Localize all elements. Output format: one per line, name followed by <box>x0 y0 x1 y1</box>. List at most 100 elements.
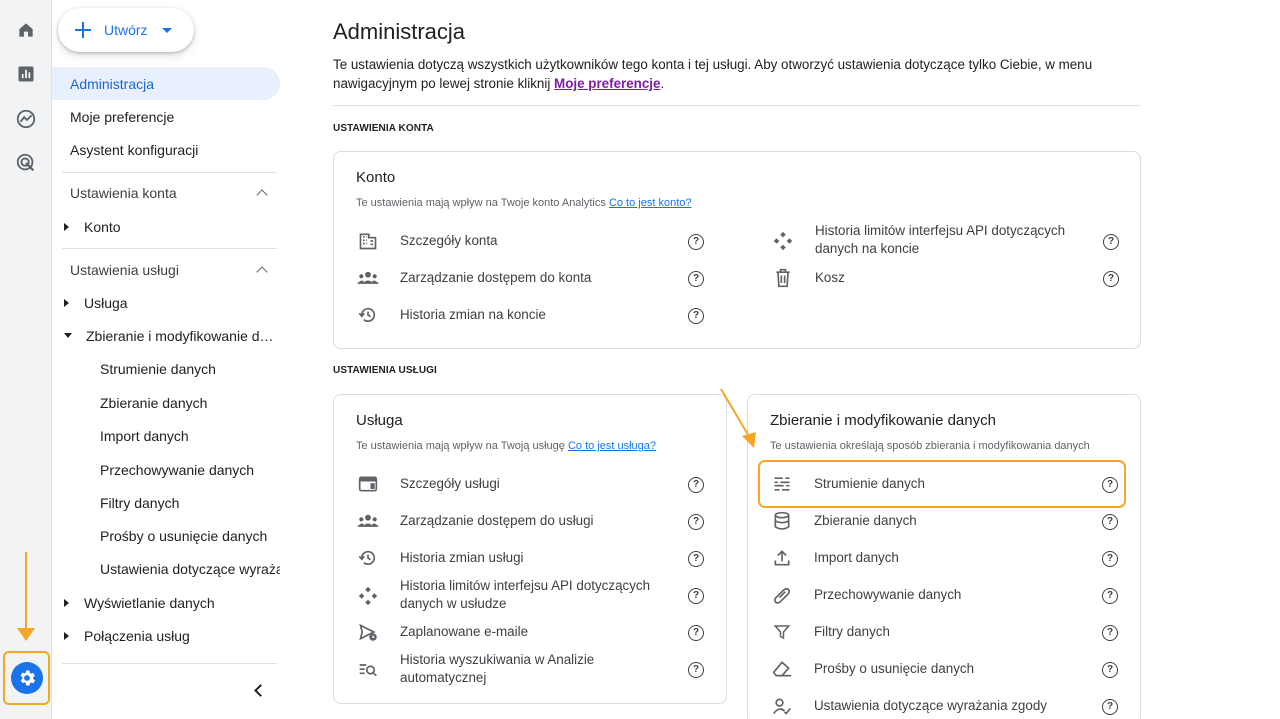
building-icon <box>356 229 380 253</box>
row-label: Zbieranie danych <box>814 513 917 528</box>
row-label: Kosz <box>815 270 845 285</box>
sidebar-item-polaczenia[interactable]: Połączenia usług <box>52 619 280 652</box>
filter-icon <box>770 620 794 644</box>
row-label: Prośby o usunięcie danych <box>814 661 975 676</box>
scheduled-email-icon <box>356 620 380 644</box>
sidebar-item-import[interactable]: Import danych <box>52 419 280 452</box>
row-label: Import danych <box>814 550 899 565</box>
help-icon[interactable]: ? <box>1103 234 1119 250</box>
collapse-arrow-icon <box>64 333 72 338</box>
expand-arrow-icon <box>64 222 69 231</box>
row-szczegoly-konta[interactable]: Szczegóły konta <box>356 229 706 253</box>
row-historia-usluga[interactable]: Historia zmian usługi <box>356 546 686 570</box>
row-strumienie-danych[interactable]: Strumienie danych <box>770 472 1100 496</box>
sidebar-item-prosby[interactable]: Prośby o usunięcie danych <box>52 519 280 552</box>
create-button[interactable]: Utwórz <box>58 8 194 52</box>
row-dostep-usluga[interactable]: Zarządzanie dostępem do usługi <box>356 509 686 533</box>
advertising-icon[interactable] <box>14 151 38 175</box>
expand-arrow-icon <box>64 298 69 307</box>
row-api-usluga[interactable]: Historia limitów interfejsu API dotycząc… <box>356 577 686 615</box>
help-icon[interactable]: ? <box>1102 699 1118 715</box>
card-subtitle-text: Te ustawienia mają wpływ na Twoją usługę <box>356 440 568 452</box>
admin-settings-button[interactable] <box>3 651 50 705</box>
row-label: Historia zmian na koncie <box>400 307 546 322</box>
help-icon[interactable]: ? <box>688 551 704 567</box>
sidebar-item-asystent[interactable]: Asystent konfiguracji <box>52 133 280 166</box>
help-icon[interactable]: ? <box>1102 551 1118 567</box>
sidebar-item-preferencje[interactable]: Moje preferencje <box>52 100 280 133</box>
sidebar-item-usluga[interactable]: Usługa <box>52 286 280 319</box>
data-streams-icon <box>770 472 794 496</box>
help-icon[interactable]: ? <box>1103 271 1119 287</box>
expand-arrow-icon <box>64 631 69 640</box>
history-icon <box>356 546 380 570</box>
help-icon[interactable]: ? <box>688 514 704 530</box>
row-historia-wyszukiwania[interactable]: Historia wyszukiwania w Analizie automat… <box>356 651 686 689</box>
what-is-property-link[interactable]: Co to jest usługa? <box>568 440 656 452</box>
api-quota-icon <box>356 584 380 608</box>
sidebar-item-zbieranie[interactable]: Zbieranie i modyfikowanie danych <box>52 319 280 352</box>
property-details-icon <box>356 472 380 496</box>
help-icon[interactable]: ? <box>688 271 704 287</box>
plus-icon <box>74 21 92 39</box>
help-icon[interactable]: ? <box>688 234 704 250</box>
reports-icon[interactable] <box>14 62 38 86</box>
sidebar-section-usluga[interactable]: Ustawienia usługi <box>52 253 280 286</box>
row-api-konto[interactable]: Historia limitów interfejsu API dotycząc… <box>771 222 1071 260</box>
row-szczegoly-uslugi[interactable]: Szczegóły usługi <box>356 472 686 496</box>
help-icon[interactable]: ? <box>688 662 704 678</box>
help-icon[interactable]: ? <box>688 308 704 324</box>
row-label: Zarządzanie dostępem do usługi <box>400 513 594 528</box>
row-kosz[interactable]: Kosz <box>771 266 1071 290</box>
sidebar-section-konto[interactable]: Ustawienia konta <box>52 176 280 209</box>
my-preferences-link[interactable]: Moje preferencje <box>554 76 660 91</box>
sidebar-item-konto[interactable]: Konto <box>52 210 280 243</box>
annotation-arrow-diagonal <box>720 388 756 448</box>
chevron-up-icon <box>256 188 268 201</box>
sidebar-item-przechowywanie[interactable]: Przechowywanie danych <box>52 453 280 486</box>
row-zbieranie-danych[interactable]: Zbieranie danych <box>770 509 1100 533</box>
eraser-icon <box>770 657 794 681</box>
card-konto: Konto Te ustawienia mają wpływ na Twoje … <box>333 151 1141 349</box>
help-icon[interactable]: ? <box>1102 662 1118 678</box>
card-title: Usługa <box>356 412 403 429</box>
trash-icon <box>771 266 795 290</box>
help-icon[interactable]: ? <box>688 625 704 641</box>
sidebar-item-administracja[interactable]: Administracja <box>52 67 280 100</box>
row-prosby-usuniecie[interactable]: Prośby o usunięcie danych <box>770 657 1100 681</box>
upload-icon <box>770 546 794 570</box>
row-ustawienia-zgody[interactable]: Ustawienia dotyczące wyrażania zgody <box>770 694 1100 718</box>
sidebar-item-zgody[interactable]: Ustawienia dotyczące wyrażania zgody <box>52 552 280 585</box>
collapse-sidebar-button[interactable] <box>246 678 270 702</box>
sidebar-item-wyswietlanie[interactable]: Wyświetlanie danych <box>52 586 280 619</box>
search-history-icon <box>356 658 380 682</box>
help-icon[interactable]: ? <box>688 477 704 493</box>
sidebar-item-zbieranie-danych[interactable]: Zbieranie danych <box>52 386 280 419</box>
sidebar-item-strumienie[interactable]: Strumienie danych <box>52 352 280 385</box>
people-icon <box>356 266 380 290</box>
what-is-account-link[interactable]: Co to jest konto? <box>609 197 692 209</box>
help-icon[interactable]: ? <box>688 588 704 604</box>
help-icon[interactable]: ? <box>1102 514 1118 530</box>
row-label: Ustawienia dotyczące wyrażania zgody <box>814 698 1047 713</box>
sidebar: Utwórz Administracja Moje preferencje As… <box>52 0 294 719</box>
row-filtry-danych[interactable]: Filtry danych <box>770 620 1100 644</box>
card-subtitle-text: Te ustawienia mają wpływ na Twoje konto … <box>356 197 609 209</box>
row-import-danych[interactable]: Import danych <box>770 546 1100 570</box>
help-icon[interactable]: ? <box>1102 625 1118 641</box>
help-icon[interactable]: ? <box>1102 588 1118 604</box>
sidebar-item-filtry[interactable]: Filtry danych <box>52 486 280 519</box>
explore-icon[interactable] <box>14 107 38 131</box>
row-historia-konto[interactable]: Historia zmian na koncie <box>356 303 706 327</box>
home-icon[interactable] <box>14 18 38 42</box>
database-icon <box>770 509 794 533</box>
row-zaplanowane[interactable]: Zaplanowane e-maile <box>356 620 686 644</box>
item-label: Usługa <box>84 294 128 311</box>
section-heading-konto: USTAWIENIA KONTA <box>333 123 434 134</box>
annotation-arrow <box>25 552 27 634</box>
row-dostep-konto[interactable]: Zarządzanie dostępem do konta <box>356 266 706 290</box>
row-przechowywanie[interactable]: Przechowywanie danych <box>770 583 1100 607</box>
create-label: Utwórz <box>104 22 148 38</box>
help-icon[interactable]: ? <box>1102 477 1118 493</box>
history-icon <box>356 303 380 327</box>
